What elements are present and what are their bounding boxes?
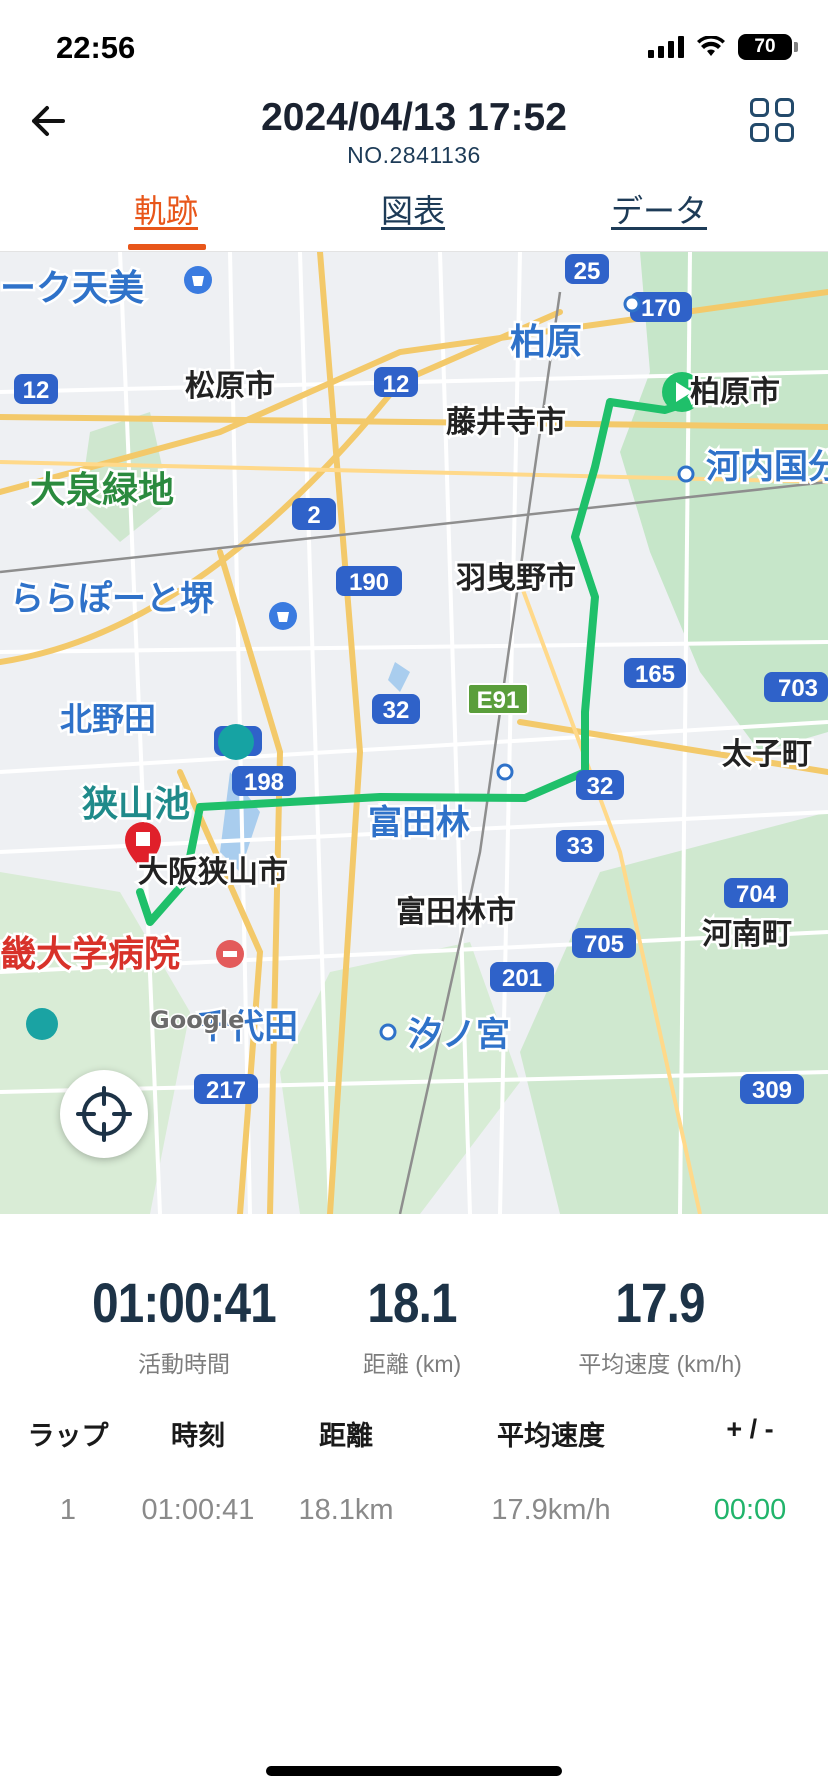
svg-text:165: 165: [635, 661, 675, 688]
label-osakasayama: 大阪狭山市: [138, 855, 288, 890]
shield-25: 25: [565, 254, 609, 285]
lap-diff: 00:00: [713, 1494, 787, 1526]
shield-705: 705: [572, 928, 636, 958]
shield-33: 33: [556, 830, 604, 862]
svg-text:170: 170: [641, 295, 681, 322]
status-icons: 70: [648, 34, 798, 60]
svg-text:217: 217: [206, 1077, 246, 1104]
lap-header-diff: + / -: [726, 1414, 774, 1444]
stat-duration-label: 活動時間: [138, 1351, 230, 1377]
stat-duration-value: 01:00:41: [92, 1271, 277, 1334]
lap-time: 01:00:41: [141, 1494, 255, 1526]
wifi-icon: [697, 36, 725, 56]
shield-309: 309: [740, 1074, 804, 1104]
shield-201: 201: [490, 962, 554, 992]
label-tondabayashi-city: 富田林市: [396, 895, 516, 930]
header: 2024/04/13 17:52 NO.2841136: [0, 88, 828, 178]
shield-32b: 32: [576, 770, 624, 800]
shield-217: 217: [194, 1074, 258, 1104]
label-sayamaike: 狭山池: [82, 784, 190, 825]
label-kanan: 河南町: [702, 917, 792, 952]
svg-text:2: 2: [307, 502, 320, 529]
home-indicator[interactable]: [266, 1766, 562, 1776]
tab-chart[interactable]: 図表: [381, 186, 445, 232]
svg-text:32: 32: [587, 773, 614, 800]
label-kashiwara-city: 柏原市: [690, 375, 780, 410]
svg-text:705: 705: [584, 931, 624, 958]
stat-avg-speed: 17.9 平均速度 (km/h): [530, 1270, 790, 1379]
stat-distance-value: 18.1: [367, 1271, 457, 1334]
table-row: 1 01:00:41 18.1km 17.9km/h 00:00: [0, 1484, 828, 1554]
stat-distance-label: 距離 (km): [362, 1351, 462, 1377]
lap-table: ラップ 時刻 距離 平均速度 + / - 1 01:00:41 18.1km 1…: [0, 1414, 828, 1554]
shield-12a: 12: [14, 374, 58, 404]
svg-text:198: 198: [244, 769, 284, 796]
lap-speed: 17.9km/h: [491, 1494, 611, 1526]
label-lalaport: ららぽーと堺: [10, 579, 215, 619]
tab-bar: 軌跡 図表 データ: [0, 186, 828, 252]
status-bar: 22:56 70: [0, 0, 828, 100]
lap-distance: 18.1km: [298, 1494, 394, 1526]
label-tenbi: ーク天美: [0, 268, 144, 309]
label-kashiwara-station: 柏原: [510, 322, 582, 363]
shield-32a: 32: [372, 694, 420, 724]
activity-number: NO.2841136: [347, 142, 481, 168]
stat-duration: 01:00:41 活動時間: [54, 1270, 314, 1379]
tab-track[interactable]: 軌跡: [134, 186, 198, 232]
lap-header-distance: 距離: [319, 1421, 373, 1451]
shield-2: 2: [292, 498, 336, 530]
locate-button[interactable]: [60, 1070, 148, 1158]
crosshair-icon: [76, 1086, 132, 1142]
shield-e91: E91: [467, 683, 529, 715]
shield-12b: 12: [374, 367, 418, 398]
label-matsubara: 松原市: [185, 369, 275, 404]
svg-text:12: 12: [383, 371, 410, 398]
summary-stats: 01:00:41 活動時間 18.1 距離 (km) 17.9 平均速度 (km…: [0, 1270, 828, 1380]
map-canvas: 25 170 12 12 2 190 165 703 E91 32 36 198…: [0, 252, 828, 1214]
svg-text:703: 703: [778, 675, 818, 702]
svg-text:25: 25: [574, 258, 601, 285]
label-tondabayashi: 富田林: [368, 803, 470, 843]
lap-number: 1: [59, 1494, 77, 1526]
shield-190: 190: [336, 566, 402, 596]
shield-704: 704: [724, 878, 788, 908]
shield-198: 198: [232, 766, 296, 796]
svg-text:704: 704: [736, 881, 777, 908]
label-kawachikoku: 河内国分: [706, 447, 828, 487]
label-habikino: 羽曳野市: [456, 561, 576, 596]
grid-menu-button[interactable]: [750, 98, 794, 142]
tab-active-indicator: [128, 244, 206, 250]
svg-text:309: 309: [752, 1077, 792, 1104]
stat-avg-speed-label: 平均速度 (km/h): [578, 1351, 742, 1377]
svg-text:12: 12: [23, 377, 50, 404]
label-kitanoda: 北野田: [60, 700, 156, 738]
battery-icon: 70: [738, 34, 798, 60]
svg-text:33: 33: [567, 833, 594, 860]
lap-header-time: 時刻: [171, 1421, 225, 1451]
lap-header-lap: ラップ: [27, 1421, 109, 1451]
shield-165: 165: [624, 658, 686, 688]
lap-header-speed: 平均速度: [497, 1421, 605, 1451]
page-title: 2024/04/13 17:52: [261, 96, 567, 139]
battery-level: 70: [754, 36, 776, 57]
label-oizumi: 大泉緑地: [30, 470, 174, 511]
grid-icon: [750, 98, 769, 117]
signal-icon: [648, 36, 684, 58]
label-shionomiya: 汐ノ宮: [408, 1015, 510, 1055]
lap-table-header: ラップ 時刻 距離 平均速度 + / -: [0, 1414, 828, 1484]
stat-avg-speed-value: 17.9: [615, 1271, 705, 1334]
status-time: 22:56: [56, 30, 136, 65]
label-hospital: 畿大学病院: [0, 933, 180, 975]
svg-text:201: 201: [502, 965, 542, 992]
svg-text:E91: E91: [477, 687, 520, 714]
label-taishi: 太子町: [722, 737, 812, 772]
google-logo: Google: [150, 1006, 244, 1034]
route-map[interactable]: 25 170 12 12 2 190 165 703 E91 32 36 198…: [0, 252, 828, 1214]
tab-data[interactable]: データ: [611, 186, 707, 232]
label-fujiidera: 藤井寺市: [446, 405, 566, 440]
svg-text:190: 190: [349, 569, 389, 596]
svg-text:32: 32: [383, 697, 410, 724]
shield-703: 703: [764, 672, 828, 702]
stat-distance: 18.1 距離 (km): [282, 1270, 542, 1379]
